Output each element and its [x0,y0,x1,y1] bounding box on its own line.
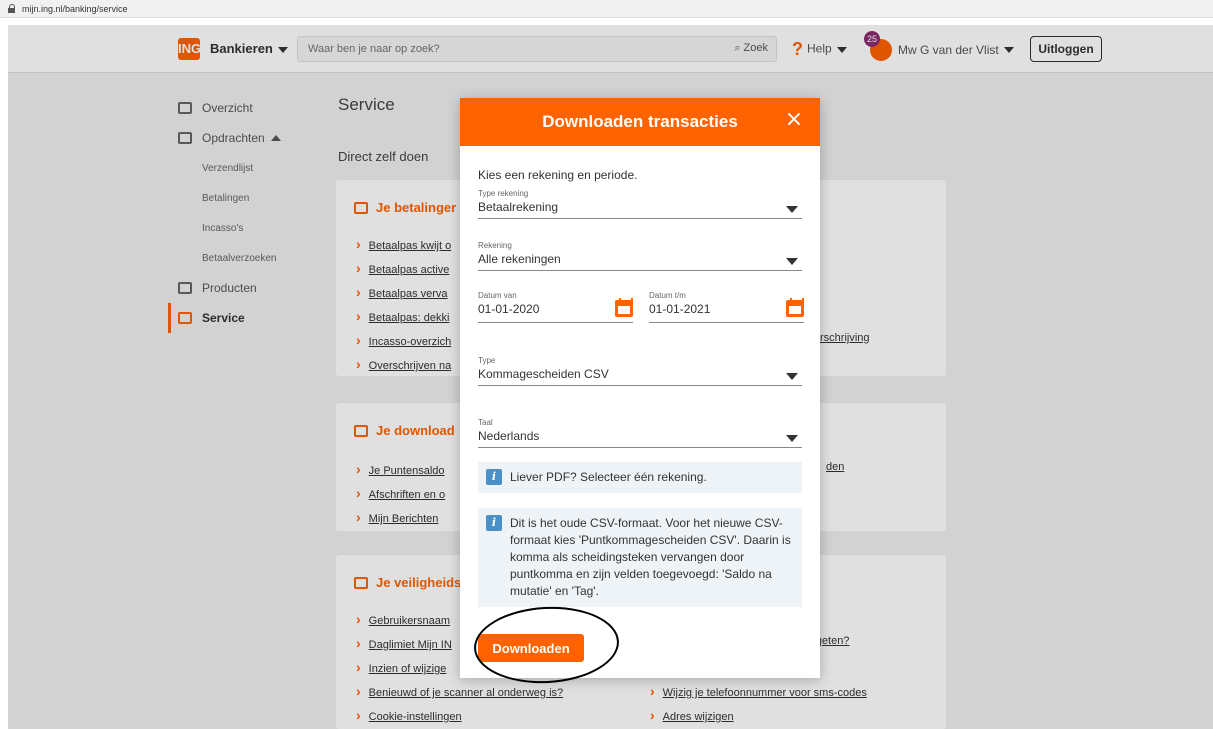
field-value: 01-01-2020 [478,302,540,316]
chevron-down-icon [786,373,798,380]
info-icon: i [486,515,502,531]
type-rekening-select[interactable]: Type rekening Betaalrekening [478,189,802,219]
dialog-intro: Kies een rekening en periode. [478,168,638,182]
info-icon: i [486,469,502,485]
field-label: Datum t/m [649,291,686,300]
field-label: Type rekening [478,189,529,198]
datum-tm-field[interactable]: Datum t/m 01-01-2021 [649,291,804,323]
field-label: Type [478,356,496,365]
chevron-down-icon [786,258,798,265]
calendar-icon[interactable] [786,298,804,317]
info-pdf-text: Liever PDF? Selecteer één rekening. [510,470,707,484]
info-csv: i Dit is het oude CSV-formaat. Voor het … [478,508,802,607]
calendar-icon[interactable] [615,298,633,317]
chevron-down-icon [786,206,798,213]
field-value: Kommagescheiden CSV [478,367,609,381]
dialog-title: Downloaden transacties [542,112,738,131]
close-icon[interactable]: × [782,108,806,132]
chevron-down-icon [786,435,798,442]
browser-url-bar[interactable]: mijn.ing.nl/banking/service [0,0,1213,18]
field-value: Betaalrekening [478,200,559,214]
field-label: Rekening [478,241,512,250]
info-csv-text: Dit is het oude CSV-formaat. Voor het ni… [510,516,791,598]
datum-van-field[interactable]: Datum van 01-01-2020 [478,291,633,323]
rekening-select[interactable]: Rekening Alle rekeningen [478,241,802,271]
field-label: Taal [478,418,493,427]
field-value: Alle rekeningen [478,252,561,266]
field-value: 01-01-2021 [649,302,711,316]
field-value: Nederlands [478,429,540,443]
info-pdf: i Liever PDF? Selecteer één rekening. [478,462,802,493]
url-text[interactable]: mijn.ing.nl/banking/service [22,4,128,14]
lock-icon [8,4,16,13]
taal-select[interactable]: Taal Nederlands [478,418,802,448]
download-button[interactable]: Downloaden [478,634,584,662]
download-transactions-dialog: Downloaden transacties × Kies een rekeni… [460,98,820,678]
field-label: Datum van [478,291,517,300]
dialog-header: Downloaden transacties × [460,98,820,146]
type-select[interactable]: Type Kommagescheiden CSV [478,356,802,386]
